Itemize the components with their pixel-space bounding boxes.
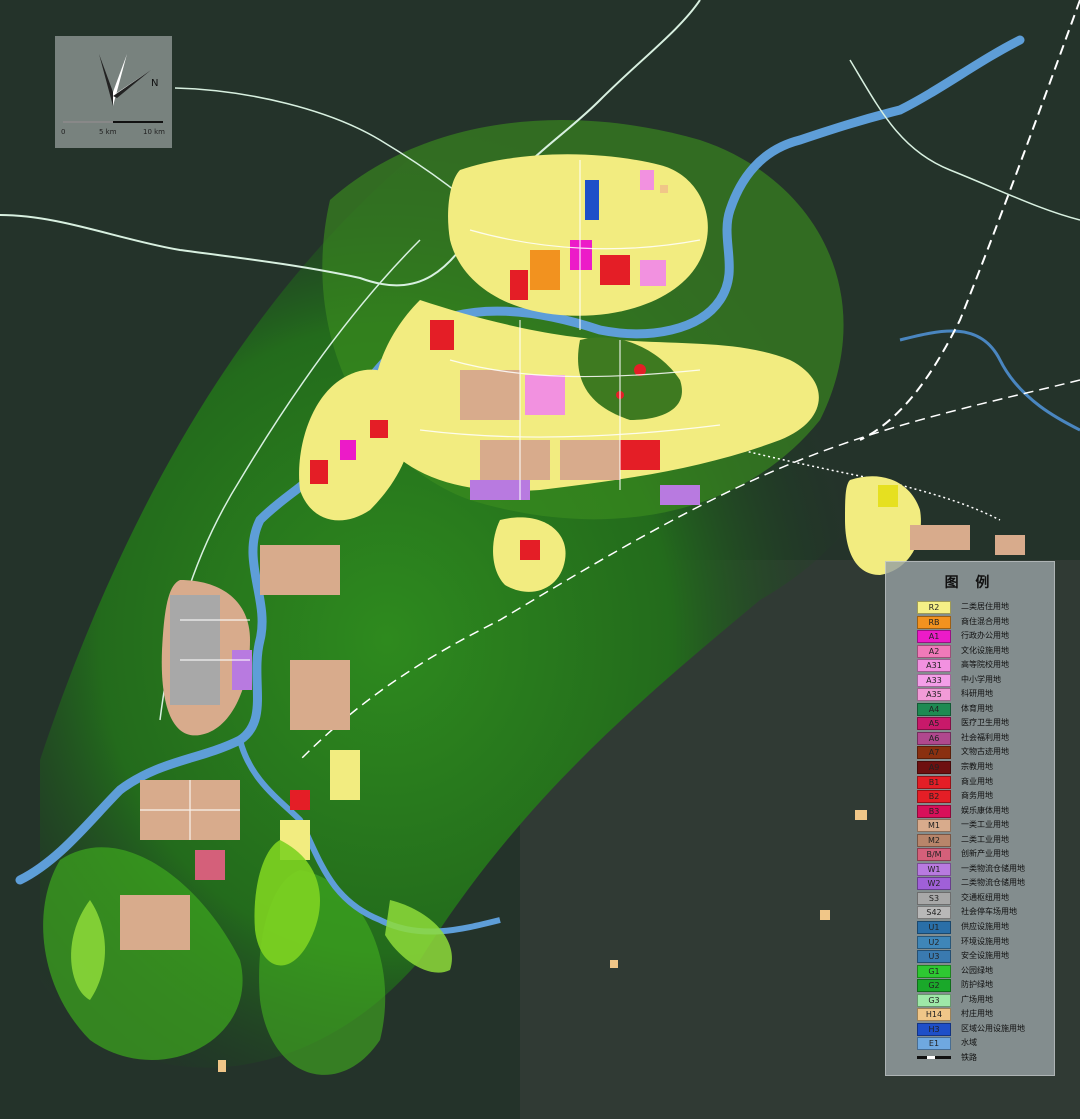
legend-label: 科研用地 bbox=[961, 689, 993, 699]
north-arrow-panel: N 0 5 km 10 km bbox=[55, 36, 172, 148]
legend-label: 商业用地 bbox=[961, 776, 993, 786]
scale-label-0: 0 bbox=[61, 128, 66, 136]
legend-swatch: B1 bbox=[917, 775, 951, 789]
legend-panel: 图 例 R2 二类居住用地 RB 商住混合用地 A1 行政办公用地 A2 文化设施用地 A31 高… bbox=[885, 561, 1055, 1076]
legend-label: 商住混合用地 bbox=[961, 616, 1009, 626]
legend-swatch: A5 bbox=[917, 717, 951, 731]
legend-swatch: G1 bbox=[917, 964, 951, 978]
legend-swatch: S3 bbox=[917, 891, 951, 905]
scale-label-2: 10 km bbox=[143, 128, 166, 136]
legend-label: 体育用地 bbox=[961, 703, 993, 713]
legend-swatch: E1 bbox=[917, 1037, 951, 1051]
railway-symbol bbox=[917, 1055, 951, 1059]
legend-swatch: U2 bbox=[917, 935, 951, 949]
legend-label: 宗教用地 bbox=[961, 762, 993, 772]
legend-label: 二类居住用地 bbox=[961, 602, 1009, 611]
legend-label: 文物古迹用地 bbox=[961, 747, 1009, 757]
legend-swatch: W1 bbox=[917, 862, 951, 876]
legend-swatch: B3 bbox=[917, 804, 951, 818]
legend-label: 社会停车场用地 bbox=[961, 907, 1017, 917]
legend-label-railway: 铁路 bbox=[961, 1052, 977, 1062]
legend-label: 行政办公用地 bbox=[961, 631, 1009, 641]
legend-label: 广场用地 bbox=[961, 994, 993, 1004]
legend-label: 水域 bbox=[961, 1038, 977, 1048]
legend-swatch: R2 bbox=[917, 601, 951, 614]
legend-label: 区域公用设施用地 bbox=[961, 1023, 1025, 1033]
legend-label: 商务用地 bbox=[961, 791, 993, 801]
legend-swatch: U3 bbox=[917, 950, 951, 964]
legend-swatch: G2 bbox=[917, 979, 951, 993]
legend-label: 二类物流仓储用地 bbox=[961, 878, 1025, 888]
legend-swatch: H14 bbox=[917, 1008, 951, 1022]
legend-swatch: W2 bbox=[917, 877, 951, 891]
legend-swatch: H3 bbox=[917, 1022, 951, 1036]
legend-label: 社会福利用地 bbox=[961, 732, 1009, 742]
legend-swatch: A7 bbox=[917, 746, 951, 760]
legend-swatch: A33 bbox=[917, 673, 951, 687]
legend-label: 一类工业用地 bbox=[961, 820, 1009, 830]
north-label: N bbox=[151, 78, 159, 89]
legend-label: 一类物流仓储用地 bbox=[961, 863, 1025, 873]
legend-swatch: M2 bbox=[917, 833, 951, 847]
legend-swatch: U1 bbox=[917, 921, 951, 935]
legend-title: 图 例 bbox=[944, 575, 996, 591]
legend-label: 娱乐康体用地 bbox=[961, 805, 1009, 815]
legend-label: 文化设施用地 bbox=[961, 645, 1009, 655]
legend-label: 高等院校用地 bbox=[961, 660, 1009, 670]
legend-swatch: A31 bbox=[917, 659, 951, 673]
land-use-map: N 0 5 km 10 km 图 例 R2 二类居住用地 RB 商住混合用地 A1 行政办… bbox=[0, 0, 1080, 1119]
legend-label: 交通枢纽用地 bbox=[961, 892, 1009, 902]
legend-swatch: RB bbox=[917, 615, 951, 629]
legend-swatch: A9 bbox=[917, 761, 951, 775]
legend-swatch: S42 bbox=[917, 906, 951, 920]
legend-swatch: A4 bbox=[917, 702, 951, 716]
legend-label: 村庄用地 bbox=[961, 1009, 993, 1019]
legend-label: 创新产业用地 bbox=[961, 849, 1009, 859]
legend-label: 安全设施用地 bbox=[961, 951, 1009, 961]
legend-swatch: G3 bbox=[917, 993, 951, 1007]
legend-label: 公园绿地 bbox=[961, 965, 993, 975]
legend-swatch: A6 bbox=[917, 731, 951, 745]
legend-swatch: B2 bbox=[917, 790, 951, 804]
scale-label-1: 5 km bbox=[99, 128, 117, 136]
legend-swatch: A35 bbox=[917, 688, 951, 702]
legend-label: 中小学用地 bbox=[961, 674, 1001, 684]
legend-label: 环境设施用地 bbox=[961, 936, 1009, 946]
legend-swatch: B/M bbox=[917, 848, 951, 862]
legend-label: 防护绿地 bbox=[961, 980, 993, 990]
legend-swatch: M1 bbox=[917, 819, 951, 833]
legend-swatch: A1 bbox=[917, 630, 951, 644]
legend-swatch: A2 bbox=[917, 644, 951, 658]
legend-label: 医疗卫生用地 bbox=[961, 718, 1009, 728]
legend-label: 二类工业用地 bbox=[961, 834, 1009, 844]
legend-label: 供应设施用地 bbox=[961, 922, 1009, 932]
